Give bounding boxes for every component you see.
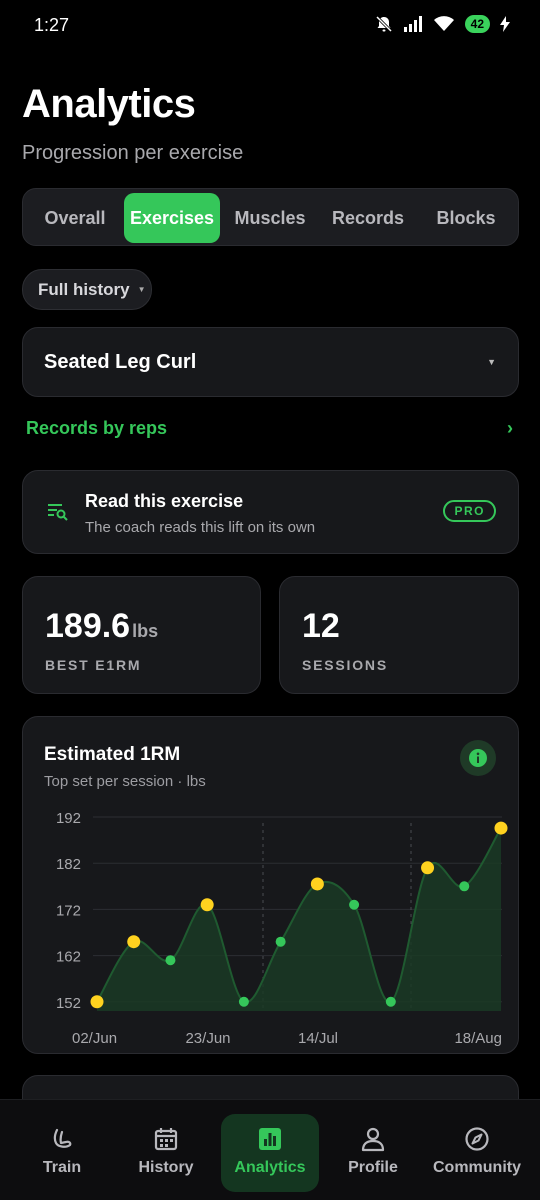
chart-title: Estimated 1RM: [44, 744, 181, 765]
tab-blocks[interactable]: Blocks: [418, 193, 514, 243]
nav-label: Community: [433, 1159, 521, 1176]
x-tick-label: 18/Aug: [454, 1030, 502, 1047]
best-e1rm-unit: lbs: [132, 621, 159, 641]
chart-subtitle: Top set per session · lbs: [44, 773, 206, 790]
compass-icon: [465, 1127, 489, 1151]
nav-label: Analytics: [234, 1159, 306, 1176]
tab-records[interactable]: Records: [320, 193, 416, 243]
status-bar: 1:27 42: [0, 0, 540, 52]
y-tick-label: 162: [56, 949, 81, 966]
info-button[interactable]: [460, 740, 496, 776]
nav-label: History: [138, 1159, 194, 1176]
pr-data-point: [310, 877, 324, 891]
exercise-selector[interactable]: Seated Leg Curl ▼: [22, 327, 519, 397]
pr-data-point: [421, 861, 435, 875]
area-fill: [97, 828, 501, 1011]
bar-chart-icon: [259, 1128, 281, 1150]
records-by-reps-link[interactable]: Records by reps: [26, 418, 167, 439]
nav-label: Train: [42, 1159, 82, 1176]
data-point: [349, 899, 360, 910]
estimated-1rm-chart-card: 192 182 172 162 152 02/Jun 23/Jun 14/Jul 18/Aug …: [22, 716, 519, 1054]
chevron-right-icon[interactable]: ›: [507, 418, 513, 439]
pr-data-point: [200, 898, 214, 912]
y-tick-label: 182: [56, 856, 81, 873]
history-range-dropdown[interactable]: Full history ▼: [22, 269, 152, 310]
stat-label: BEST E1RM: [45, 657, 142, 673]
x-tick-label: 14/Jul: [298, 1030, 338, 1047]
estimated-1rm-chart: 192 182 172 162 152 02/Jun 23/Jun 14/Jul 18/Aug: [56, 810, 508, 1047]
x-tick-label: 23/Jun: [185, 1030, 230, 1047]
nav-history[interactable]: History: [116, 1114, 216, 1192]
nav-train[interactable]: Train: [12, 1114, 112, 1192]
coach-card-title: Read this exercise: [85, 491, 244, 511]
pr-data-point: [90, 995, 104, 1009]
nav-label: Profile: [348, 1159, 398, 1176]
analytics-tabs: Overall Exercises Muscles Records Blocks: [22, 188, 519, 246]
page-title: Analytics: [22, 82, 196, 126]
nav-profile[interactable]: Profile: [323, 1114, 423, 1192]
data-point: [165, 955, 176, 966]
sessions-value: 12: [302, 607, 340, 645]
y-tick-label: 192: [56, 810, 81, 827]
data-point: [459, 881, 470, 892]
x-tick-label: 02/Jun: [72, 1030, 117, 1047]
stat-label: SESSIONS: [302, 657, 388, 673]
pr-data-point: [494, 821, 508, 835]
pr-data-point: [127, 935, 141, 949]
y-tick-label: 152: [56, 995, 81, 1012]
best-e1rm-stat: 189.6 lbs BEST E1RM: [22, 576, 261, 694]
calendar-icon: [154, 1128, 178, 1151]
y-tick-label: 172: [56, 902, 81, 919]
train-icon: [53, 1128, 72, 1148]
exercise-name: Seated Leg Curl: [44, 351, 197, 373]
nav-analytics[interactable]: Analytics: [221, 1114, 319, 1192]
info-icon: [469, 749, 487, 767]
caret-down-icon: ▼: [487, 357, 496, 367]
data-point: [275, 936, 286, 947]
sessions-stat: 12 SESSIONS: [279, 576, 519, 694]
data-point: [385, 996, 396, 1007]
best-e1rm-value: 189.6: [45, 607, 131, 645]
read-exercise-card[interactable]: Read this exercise The coach reads this …: [22, 470, 519, 554]
charging-icon: [500, 16, 510, 32]
tab-overall[interactable]: Overall: [28, 193, 122, 243]
stat-value: 189.6 lbs: [45, 607, 158, 646]
data-point: [238, 996, 249, 1007]
status-time: 1:27: [34, 15, 70, 35]
page-subtitle: Progression per exercise: [22, 142, 244, 164]
caret-down-icon: ▼: [137, 285, 146, 294]
signal-icon: [403, 16, 422, 32]
wifi-icon: [433, 16, 454, 31]
tab-muscles[interactable]: Muscles: [222, 193, 318, 243]
status-icons: 42: [375, 15, 510, 33]
person-icon: [361, 1127, 385, 1152]
history-range-label: Full history: [38, 279, 130, 299]
battery-badge: 42: [464, 15, 490, 33]
pro-badge: PRO: [443, 500, 496, 522]
nav-community[interactable]: Community: [427, 1114, 527, 1192]
tab-exercises[interactable]: Exercises: [124, 193, 220, 243]
bell-off-icon: [375, 15, 392, 33]
coach-card-description: The coach reads this lift on its own: [85, 519, 316, 536]
bottom-navigation: Train History Analytics Profile Communit…: [0, 1099, 540, 1200]
search-list-icon: [48, 504, 68, 521]
